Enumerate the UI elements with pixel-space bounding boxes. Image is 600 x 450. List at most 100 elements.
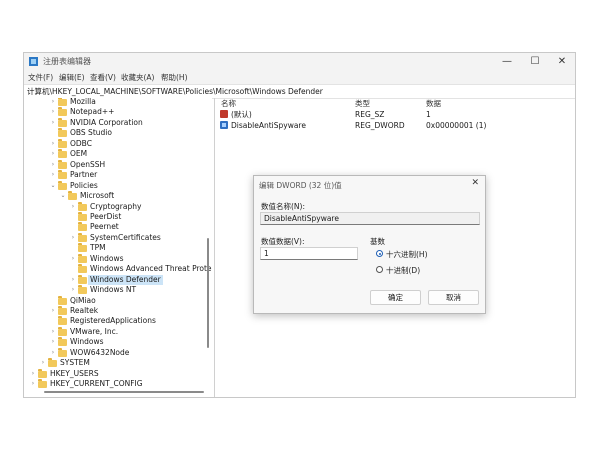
folder-icon bbox=[58, 159, 67, 169]
chevron-right-icon[interactable]: › bbox=[50, 306, 56, 316]
maximize-button[interactable]: ☐ bbox=[521, 53, 549, 70]
folder-icon bbox=[58, 128, 67, 138]
value-data: 0x00000001 (1) bbox=[426, 121, 487, 130]
tree-item-label: QiMiao bbox=[70, 295, 96, 305]
tree-item-label: Windows Defender bbox=[88, 274, 163, 285]
chevron-right-icon[interactable]: › bbox=[50, 139, 56, 149]
menu-file[interactable]: 文件(F) bbox=[28, 72, 53, 83]
folder-icon bbox=[58, 306, 67, 315]
tree-item-label: SYSTEM bbox=[60, 358, 90, 368]
regedit-app-icon bbox=[29, 57, 38, 66]
folder-icon bbox=[78, 264, 87, 274]
value-data-input[interactable]: 1 bbox=[260, 247, 358, 260]
tree-item-label: RegisteredApplications bbox=[70, 316, 156, 326]
chevron-right-icon[interactable]: › bbox=[50, 170, 56, 180]
tree-item-label: TPM bbox=[90, 243, 106, 253]
tree-item-label: OpenSSH bbox=[70, 159, 106, 169]
folder-icon bbox=[58, 347, 67, 357]
column-header-name[interactable]: 名称 bbox=[221, 98, 236, 109]
tree-item-label: SystemCertificates bbox=[90, 232, 161, 242]
folder-icon bbox=[58, 107, 67, 117]
tree-item-label: Cryptography bbox=[90, 201, 142, 211]
folder-icon bbox=[78, 285, 87, 295]
registry-tree[interactable]: › Mozilla › Notepad++ › NVIDIA Corporation OBS… bbox=[24, 98, 212, 397]
tree-item-label: WOW6432Node bbox=[70, 347, 130, 357]
base-label: 基数 bbox=[370, 237, 385, 246]
title-bar[interactable]: 注册表编辑器 — ☐ ✕ bbox=[24, 53, 575, 70]
decimal-radio[interactable] bbox=[376, 266, 383, 273]
folder-icon bbox=[58, 180, 67, 190]
folder-icon bbox=[78, 222, 87, 232]
tree-item-label: Realtek bbox=[70, 306, 99, 315]
ab-string-icon bbox=[220, 110, 228, 118]
value-row[interactable]: DisableAntiSpyware REG_DWORD 0x00000001 … bbox=[217, 120, 575, 131]
chevron-right-icon[interactable]: › bbox=[30, 369, 36, 379]
address-path[interactable]: 计算机\HKEY_LOCAL_MACHINE\SOFTWARE\Policies… bbox=[27, 86, 323, 97]
value-row[interactable]: (默认) REG_SZ 1 bbox=[217, 109, 575, 120]
close-button[interactable]: ✕ bbox=[548, 53, 575, 70]
tree-item-label: Microsoft bbox=[80, 191, 115, 201]
folder-icon bbox=[78, 201, 87, 211]
chevron-right-icon[interactable]: › bbox=[40, 358, 46, 368]
chevron-right-icon[interactable]: › bbox=[70, 285, 76, 295]
value-name: DisableAntiSpyware bbox=[231, 121, 306, 130]
menu-view[interactable]: 查看(V) bbox=[90, 72, 116, 83]
value-type: REG_SZ bbox=[355, 110, 385, 119]
folder-icon bbox=[38, 368, 47, 378]
folder-icon bbox=[58, 170, 67, 180]
chevron-right-icon[interactable]: › bbox=[70, 254, 76, 264]
chevron-down-icon[interactable]: ⌄ bbox=[60, 191, 66, 201]
folder-icon bbox=[58, 138, 67, 148]
tree-item-label: OEM bbox=[70, 149, 88, 159]
tree-item-label: Windows bbox=[70, 337, 104, 347]
minimize-button[interactable]: — bbox=[493, 53, 521, 70]
tree-vertical-scrollbar[interactable] bbox=[207, 238, 209, 348]
decimal-radio-label[interactable]: 十进制(D) bbox=[386, 265, 420, 276]
chevron-right-icon[interactable]: › bbox=[50, 149, 56, 159]
menu-edit[interactable]: 编辑(E) bbox=[59, 72, 85, 83]
tree-item-label: Peernet bbox=[90, 222, 119, 232]
tree-item-label: HKEY_CURRENT_CONFIG bbox=[50, 379, 143, 389]
folder-icon bbox=[58, 149, 67, 159]
tree-item-label: PeerDist bbox=[90, 211, 122, 221]
cancel-button[interactable]: 取消 bbox=[428, 290, 479, 305]
chevron-right-icon[interactable]: › bbox=[50, 337, 56, 347]
column-header-data[interactable]: 数据 bbox=[426, 98, 441, 109]
chevron-right-icon[interactable]: › bbox=[70, 233, 76, 243]
chevron-right-icon[interactable]: › bbox=[70, 202, 76, 212]
edit-dword-dialog: 编辑 DWORD (32 位)值 ✕ 数值名称(N): DisableAntiS… bbox=[253, 175, 486, 314]
folder-icon bbox=[58, 337, 67, 347]
dialog-close-button[interactable]: ✕ bbox=[471, 178, 479, 188]
tree-item-label: VMware, Inc. bbox=[70, 326, 119, 336]
chevron-right-icon[interactable]: › bbox=[50, 98, 56, 107]
chevron-right-icon[interactable]: › bbox=[30, 379, 36, 389]
folder-icon bbox=[78, 232, 87, 242]
chevron-right-icon[interactable]: › bbox=[50, 118, 56, 128]
hex-radio[interactable] bbox=[376, 250, 383, 257]
menu-favorites[interactable]: 收藏夹(A) bbox=[121, 72, 154, 83]
value-data-label: 数值数据(V): bbox=[261, 237, 305, 246]
folder-icon bbox=[78, 243, 87, 253]
menu-help[interactable]: 帮助(H) bbox=[161, 72, 188, 83]
pane-splitter[interactable] bbox=[214, 98, 215, 397]
chevron-right-icon[interactable]: › bbox=[50, 160, 56, 170]
tree-item-label: NVIDIA Corporation bbox=[70, 117, 143, 127]
folder-icon bbox=[78, 253, 87, 263]
ok-button[interactable]: 确定 bbox=[370, 290, 421, 305]
chevron-right-icon[interactable]: › bbox=[50, 348, 56, 358]
tree-item-label: Partner bbox=[70, 170, 98, 180]
chevron-down-icon[interactable]: ⌄ bbox=[50, 181, 56, 191]
column-header-type[interactable]: 类型 bbox=[355, 98, 370, 109]
value-data: 1 bbox=[426, 110, 431, 119]
value-name-label: 数值名称(N): bbox=[261, 202, 305, 211]
tree-horizontal-scrollbar[interactable] bbox=[44, 391, 204, 393]
hex-radio-label[interactable]: 十六进制(H) bbox=[386, 249, 428, 260]
binary-value-icon bbox=[220, 121, 228, 129]
address-bar[interactable]: 计算机\HKEY_LOCAL_MACHINE\SOFTWARE\Policies… bbox=[24, 84, 575, 99]
chevron-right-icon[interactable]: › bbox=[70, 275, 76, 285]
folder-icon bbox=[38, 379, 47, 389]
tree-item-label: Mozilla bbox=[70, 98, 96, 106]
chevron-right-icon[interactable]: › bbox=[50, 327, 56, 337]
chevron-right-icon[interactable]: › bbox=[50, 107, 56, 117]
folder-icon bbox=[78, 274, 87, 284]
